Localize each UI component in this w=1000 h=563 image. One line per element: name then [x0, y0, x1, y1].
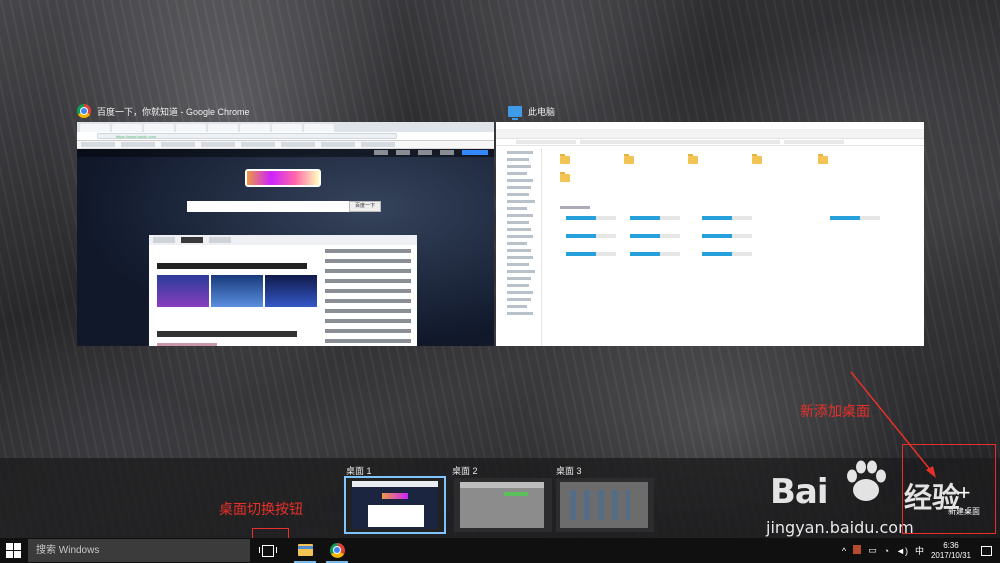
annotation-arrow [850, 371, 936, 478]
file-explorer-icon [298, 544, 313, 556]
tray-app-icon[interactable] [853, 545, 862, 556]
clock-date: 2017/10/31 [930, 550, 971, 560]
clock-time: 6:36 [943, 540, 959, 550]
chrome-icon [330, 543, 345, 558]
file-explorer-taskbar-button[interactable] [290, 538, 320, 563]
windows-start-icon[interactable] [6, 543, 21, 558]
wifi-icon[interactable]: ◔ [884, 546, 889, 556]
task-view-icon[interactable] [259, 544, 277, 557]
action-center-icon[interactable] [981, 545, 992, 556]
taskbar-clock[interactable]: 6:36 2017/10/31 [931, 541, 971, 561]
tray-monitor-icon[interactable]: ▭ [868, 545, 877, 556]
taskbar: 搜索 Windows ^ ▭ ◔ ◄) 中 6:36 2017/10/31 [0, 538, 1000, 563]
switch-button-annotation: 桌面切换按钮 [219, 502, 303, 518]
system-tray: ^ ▭ ◔ ◄) 中 6:36 2017/10/31 [842, 538, 1000, 563]
volume-icon[interactable]: ◄) [896, 546, 908, 556]
chrome-taskbar-button[interactable] [322, 538, 352, 563]
taskbar-search-box[interactable]: 搜索 Windows [28, 539, 250, 562]
input-method-indicator[interactable]: 中 [915, 544, 924, 557]
tray-overflow-chevron-icon[interactable]: ^ [842, 546, 846, 556]
